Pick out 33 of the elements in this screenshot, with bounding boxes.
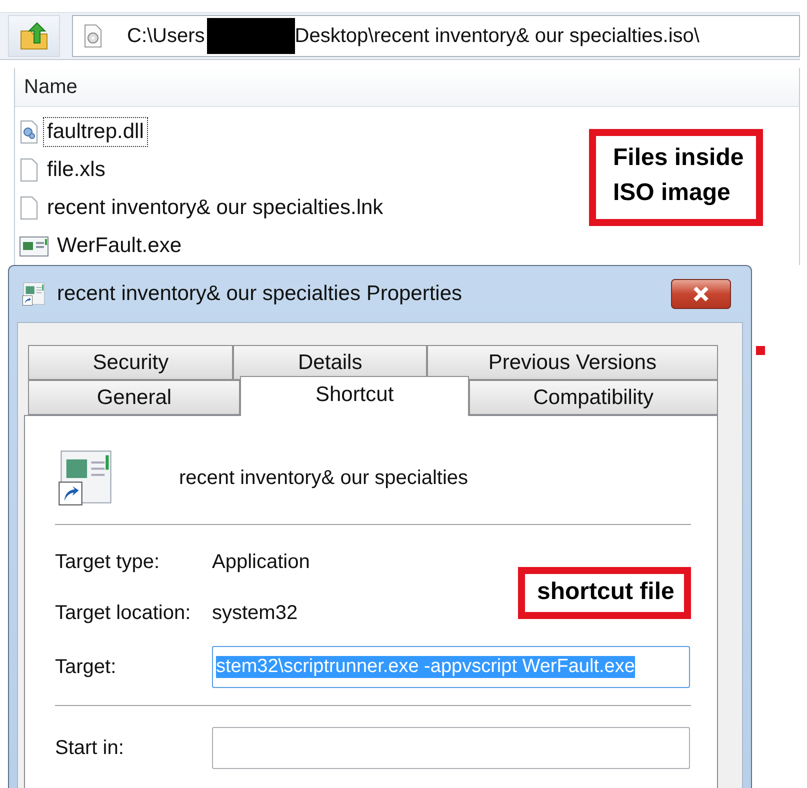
close-button[interactable] xyxy=(671,279,731,309)
annotation-label: Files inside ISO image xyxy=(589,129,763,226)
folder-up-icon xyxy=(19,21,49,51)
up-folder-button[interactable] xyxy=(8,15,60,57)
tab[interactable]: Previous Versions xyxy=(426,345,718,380)
field-label: Target: xyxy=(55,656,118,678)
file-name[interactable]: WerFault.exe xyxy=(53,231,186,261)
tab[interactable]: Shortcut xyxy=(240,376,469,416)
field-label: Start in: xyxy=(55,736,125,760)
annotation-label: shortcut file xyxy=(518,567,692,619)
file-name[interactable]: faultrep.dll xyxy=(43,117,148,147)
path-text: Desktop\recent inventory& our specialties.iso\ xyxy=(294,24,700,48)
marker-square xyxy=(756,346,765,355)
shortcut-icon xyxy=(21,281,47,307)
tab[interactable]: Compatibility xyxy=(468,380,718,415)
document-icon xyxy=(19,158,39,182)
tab[interactable]: Security xyxy=(28,345,234,380)
document-icon xyxy=(19,196,39,220)
file-name[interactable]: recent inventory& our specialties.lnk xyxy=(43,193,388,223)
window-title: recent inventory& our specialties Properties xyxy=(57,282,464,306)
field-label: Target type: xyxy=(55,551,161,574)
shortcut-name: recent inventory& our specialties xyxy=(179,466,468,490)
input-field[interactable] xyxy=(212,727,690,769)
field-label: Target location: xyxy=(55,602,192,625)
close-icon xyxy=(691,286,711,302)
field-value: system32 xyxy=(212,602,298,625)
field-value: Application xyxy=(212,551,310,574)
address-field[interactable]: C:\Users Desktop\recent inventory& our specialties.iso\ xyxy=(72,15,800,57)
gear-file-icon xyxy=(19,120,39,144)
window-icon xyxy=(19,235,49,257)
path-text: C:\Users xyxy=(127,24,205,48)
file-name[interactable]: file.xls xyxy=(43,155,110,185)
tab[interactable]: General xyxy=(28,380,240,415)
